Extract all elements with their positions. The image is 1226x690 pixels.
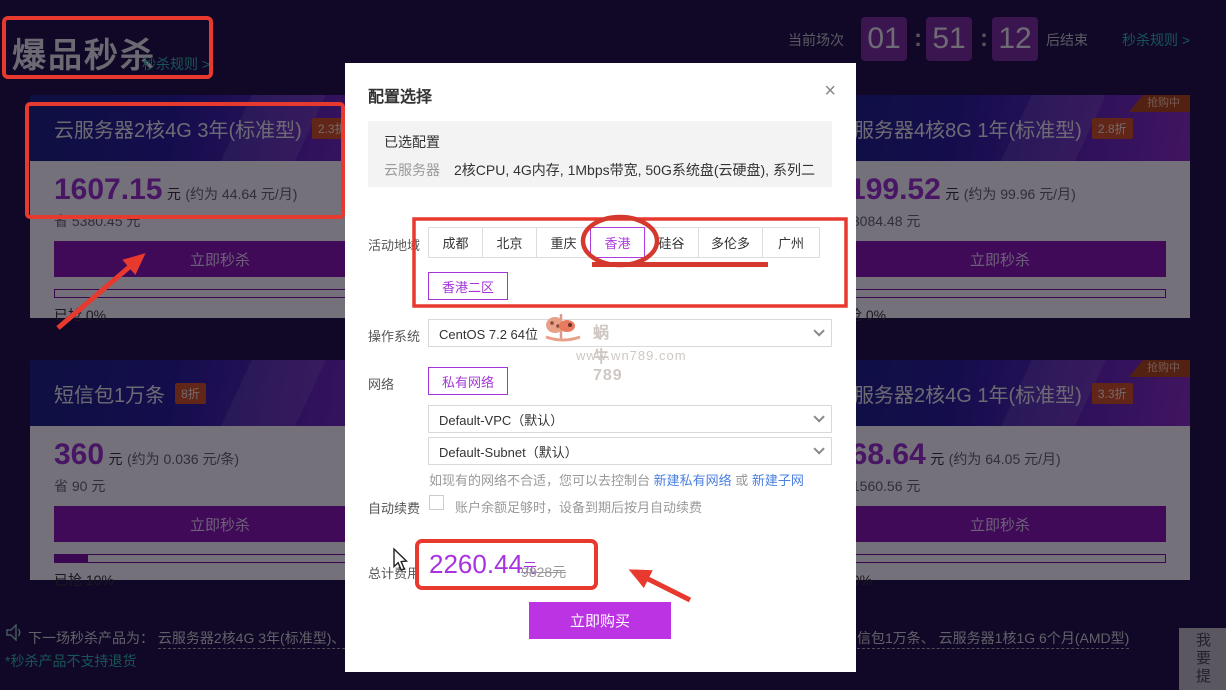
subnet-select-value: Default-Subnet（默认） [439, 442, 578, 461]
region-tab-siliconvalley[interactable]: 硅谷 [644, 227, 699, 258]
vpc-select-value: Default-VPC（默认） [439, 410, 563, 429]
subnet-select[interactable]: Default-Subnet（默认） [428, 437, 832, 465]
region-label: 活动地域 [368, 235, 420, 254]
create-subnet-link[interactable]: 新建子网 [752, 473, 804, 488]
selected-config-heading: 已选配置 [384, 132, 816, 152]
config-modal: 配置选择 × 已选配置 云服务器 2核CPU, 4G内存, 1Mbps带宽, 50… [345, 63, 856, 672]
region-tabs: 成都 北京 重庆 香港 硅谷 多伦多 广州 [428, 227, 820, 258]
selected-config-panel: 已选配置 云服务器 2核CPU, 4G内存, 1Mbps带宽, 50G系统盘(云硬… [368, 121, 832, 187]
region-tab-toronto[interactable]: 多伦多 [698, 227, 763, 258]
selected-config-value: 2核CPU, 4G内存, 1Mbps带宽, 50G系统盘(云硬盘), 系列二 [454, 162, 815, 178]
buy-now-button[interactable]: 立即购买 [529, 602, 671, 639]
network-label: 网络 [368, 374, 394, 393]
region-tab-beijing[interactable]: 北京 [482, 227, 537, 258]
os-select-value: CentOS 7.2 64位 [439, 324, 538, 343]
network-help-text: 如现有的网络不合适，您可以去控制台 新建私有网络 或 新建子网 [429, 470, 804, 489]
region-tab-chongqing[interactable]: 重庆 [536, 227, 591, 258]
help-prefix: 如现有的网络不合适，您可以去控制台 [429, 473, 654, 488]
chevron-down-icon [813, 411, 824, 422]
vpc-select[interactable]: Default-VPC（默认） [428, 405, 832, 433]
original-price: 9828元 [521, 562, 566, 582]
selected-config-label: 云服务器 [384, 162, 440, 178]
watermark-url: www.wn789.com [576, 348, 687, 363]
auto-renew-text: 账户余额足够时，设备到期后按月自动续费 [455, 497, 702, 516]
modal-title: 配置选择 [368, 83, 432, 107]
zone-button-hongkong-2[interactable]: 香港二区 [428, 272, 508, 300]
create-vpc-link[interactable]: 新建私有网络 [654, 473, 732, 488]
auto-renew-checkbox[interactable] [429, 495, 444, 510]
os-label: 操作系统 [368, 326, 420, 345]
private-network-button[interactable]: 私有网络 [428, 367, 508, 395]
chevron-down-icon [813, 325, 824, 336]
selected-config-row: 云服务器 2核CPU, 4G内存, 1Mbps带宽, 50G系统盘(云硬盘), 系… [384, 160, 816, 180]
auto-renew-label: 自动续费 [368, 498, 420, 517]
close-icon[interactable]: × [824, 81, 836, 101]
help-mid: 或 [732, 473, 752, 488]
total-price-value: 2260.44 [429, 549, 523, 579]
total-label: 总计费用 [368, 563, 420, 582]
os-select[interactable]: CentOS 7.2 64位 [428, 319, 832, 347]
region-tab-hongkong-selected[interactable]: 香港 [590, 227, 645, 258]
seckill-page: 爆品秒杀 秒杀规则 > 当前场次 01 : 51 : 12 后结束 秒杀规则 >… [0, 0, 1226, 690]
region-tab-chengdu[interactable]: 成都 [428, 227, 483, 258]
region-tab-guangzhou[interactable]: 广州 [762, 227, 820, 258]
chevron-down-icon [813, 443, 824, 454]
